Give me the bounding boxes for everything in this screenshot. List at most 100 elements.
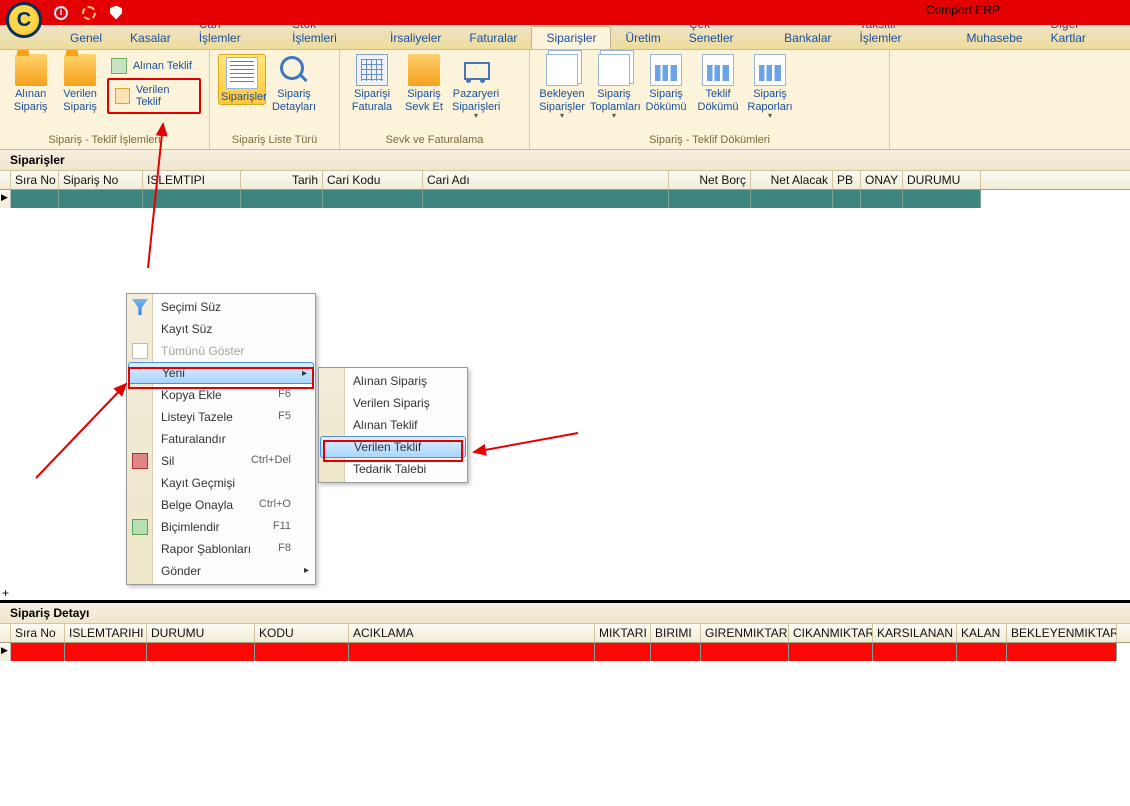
- annotation-arrow: [468, 428, 588, 468]
- folder-in-icon: [15, 54, 47, 86]
- col-tarih[interactable]: Tarih: [241, 171, 323, 189]
- sub-tedarik-talebi[interactable]: Tedarik Talebi: [319, 458, 467, 480]
- col2-bekleyenmiktar[interactable]: BEKLEYENMIKTAR: [1007, 624, 1117, 642]
- grid1-header: Sıra No Sipariş No ISLEMTIPI Tarih Cari …: [0, 171, 1130, 190]
- col2-islemtarihi[interactable]: ISLEMTARIHI: [65, 624, 147, 642]
- pazaryeri-button[interactable]: Pazaryeri Siparişleri: [452, 54, 500, 120]
- section-detay-header: Sipariş Detayı: [0, 603, 1130, 624]
- col2-aciklama[interactable]: ACIKLAMA: [349, 624, 595, 642]
- trash-icon: [132, 453, 148, 469]
- col-cari-adi[interactable]: Cari Adı: [423, 171, 669, 189]
- sub-alinan-teklif[interactable]: Alınan Teklif: [319, 414, 467, 436]
- list-icon: [226, 57, 258, 89]
- siparisi-faturala-button[interactable]: Siparişi Faturala: [348, 54, 396, 113]
- submenu-arrow-icon: ▸: [304, 565, 309, 576]
- ribbon-group-siparis-teklif: Alınan Sipariş Verilen Sipariş Alınan Te…: [0, 50, 210, 149]
- ctx-secimi-suz[interactable]: Seçimi Süz: [127, 296, 315, 318]
- group-caption: Sevk ve Faturalama: [348, 132, 521, 149]
- grid1-empty-row[interactable]: [0, 190, 1130, 208]
- tab-uretim[interactable]: Üretim: [611, 27, 674, 49]
- magnifier-icon: [278, 54, 310, 86]
- section-siparisler-header: Siparişler: [0, 150, 1130, 171]
- siparis-toplamlari-button[interactable]: Sipariş Toplamları: [590, 54, 638, 120]
- report-icon: [754, 54, 786, 86]
- grid2-empty-row[interactable]: [0, 643, 1130, 661]
- annotation-arrow: [30, 378, 140, 488]
- ctx-kopya-ekle[interactable]: Kopya EkleF6: [127, 384, 315, 406]
- ctx-bicimlendir[interactable]: BiçimlendirF11: [127, 516, 315, 538]
- ribbon-group-sevk: Siparişi Faturala Sipariş Sevk Et Pazary…: [340, 50, 530, 149]
- col2-girenmiktar[interactable]: GIRENMIKTAR: [701, 624, 789, 642]
- verilen-teklif-button[interactable]: Verilen Teklif: [107, 78, 201, 114]
- info-icon[interactable]: i: [54, 6, 68, 20]
- siparis-dokumu-button[interactable]: Sipariş Dökümü: [642, 54, 690, 113]
- tab-irsaliyeler[interactable]: İrsaliyeler: [376, 27, 455, 49]
- verilen-siparis-button[interactable]: Verilen Sipariş: [57, 54, 102, 113]
- alinan-siparis-button[interactable]: Alınan Sipariş: [8, 54, 53, 113]
- add-row-icon[interactable]: +: [2, 586, 9, 600]
- col2-cikanmiktar[interactable]: CIKANMIKTAR: [789, 624, 873, 642]
- col2-kodu[interactable]: KODU: [255, 624, 349, 642]
- ctx-rapor-sablonlari[interactable]: Rapor ŞablonlarıF8: [127, 538, 315, 560]
- ribbon: Alınan Sipariş Verilen Sipariş Alınan Te…: [0, 50, 1130, 150]
- tab-bankalar[interactable]: Bankalar: [770, 27, 845, 49]
- tab-siparisler[interactable]: Siparişler: [531, 26, 611, 49]
- sub-alinan-siparis[interactable]: Alınan Sipariş: [319, 370, 467, 392]
- ribbon-group-dokumler: Bekleyen Siparişler Sipariş Toplamları S…: [530, 50, 890, 149]
- col2-durumu[interactable]: DURUMU: [147, 624, 255, 642]
- col-onay[interactable]: ONAY: [861, 171, 903, 189]
- row-indicator-icon: [0, 643, 11, 661]
- tab-muhasebe[interactable]: Muhasebe: [953, 27, 1037, 49]
- col-islemtipi[interactable]: ISLEMTIPI: [143, 171, 241, 189]
- group-caption: Sipariş - Teklif İşlemleri: [8, 132, 201, 149]
- report-icon: [702, 54, 734, 86]
- shield-icon[interactable]: [110, 6, 122, 20]
- col2-kalan[interactable]: KALAN: [957, 624, 1007, 642]
- app-title: Comport ERP: [926, 3, 1000, 17]
- tab-kasalar[interactable]: Kasalar: [116, 27, 185, 49]
- siparis-sevket-button[interactable]: Sipariş Sevk Et: [400, 54, 448, 113]
- col-sira-no[interactable]: Sıra No: [11, 171, 59, 189]
- group-caption: Sipariş - Teklif Dökümleri: [538, 132, 881, 149]
- bekleyen-siparisler-button[interactable]: Bekleyen Siparişler: [538, 54, 586, 120]
- col-siparis-no[interactable]: Sipariş No: [59, 171, 143, 189]
- col-net-alacak[interactable]: Net Alacak: [751, 171, 833, 189]
- filter-icon: [132, 299, 148, 315]
- settings-icon[interactable]: [82, 6, 96, 20]
- col2-birimi[interactable]: BIRIMI: [651, 624, 701, 642]
- ctx-gonder[interactable]: Gönder▸: [127, 560, 315, 582]
- alinan-teklif-button[interactable]: Alınan Teklif: [107, 56, 201, 76]
- tab-faturalar[interactable]: Faturalar: [455, 27, 531, 49]
- col-cari-kodu[interactable]: Cari Kodu: [323, 171, 423, 189]
- ctx-sil[interactable]: SilCtrl+Del: [127, 450, 315, 472]
- siparis-raporlari-button[interactable]: Sipariş Raporları: [746, 54, 794, 120]
- col2-sira-no[interactable]: Sıra No: [11, 624, 65, 642]
- stack-icon: [546, 54, 578, 86]
- yeni-submenu: Alınan Sipariş Verilen Sipariş Alınan Te…: [318, 367, 468, 483]
- row-indicator-icon: [0, 190, 11, 208]
- ctx-belge-onayla[interactable]: Belge OnaylaCtrl+O: [127, 494, 315, 516]
- sub-verilen-siparis[interactable]: Verilen Sipariş: [319, 392, 467, 414]
- grid2-header: Sıra No ISLEMTARIHI DURUMU KODU ACIKLAMA…: [0, 624, 1130, 643]
- context-menu: Seçimi Süz Kayıt Süz Tümünü Göster Yeni▸…: [126, 293, 316, 585]
- col-net-borc[interactable]: Net Borç: [669, 171, 751, 189]
- teklif-out-icon: [115, 88, 130, 104]
- tab-genel[interactable]: Genel: [56, 27, 116, 49]
- col2-karsilanan[interactable]: KARSILANAN: [873, 624, 957, 642]
- col2-miktari[interactable]: MIKTARI: [595, 624, 651, 642]
- folder-out-icon: [64, 54, 96, 86]
- ctx-kayit-suz[interactable]: Kayıt Süz: [127, 318, 315, 340]
- sub-verilen-teklif[interactable]: Verilen Teklif: [320, 436, 466, 458]
- ctx-yeni[interactable]: Yeni▸: [128, 362, 314, 384]
- ctx-faturalandir[interactable]: Faturalandır: [127, 428, 315, 450]
- app-logo: C: [6, 2, 42, 38]
- teklif-dokumu-button[interactable]: Teklif Dökümü: [694, 54, 742, 113]
- siparisler-list-button[interactable]: Siparişler: [218, 54, 266, 105]
- siparis-detaylari-button[interactable]: Sipariş Detayları: [270, 54, 318, 113]
- col-durumu[interactable]: DURUMU: [903, 171, 981, 189]
- col-pb[interactable]: PB: [833, 171, 861, 189]
- ctx-kayit-gecmisi[interactable]: Kayıt Geçmişi: [127, 472, 315, 494]
- ctx-listeyi-tazele[interactable]: Listeyi TazeleF5: [127, 406, 315, 428]
- invoice-icon: [356, 54, 388, 86]
- titlebar-icons: i: [54, 6, 122, 20]
